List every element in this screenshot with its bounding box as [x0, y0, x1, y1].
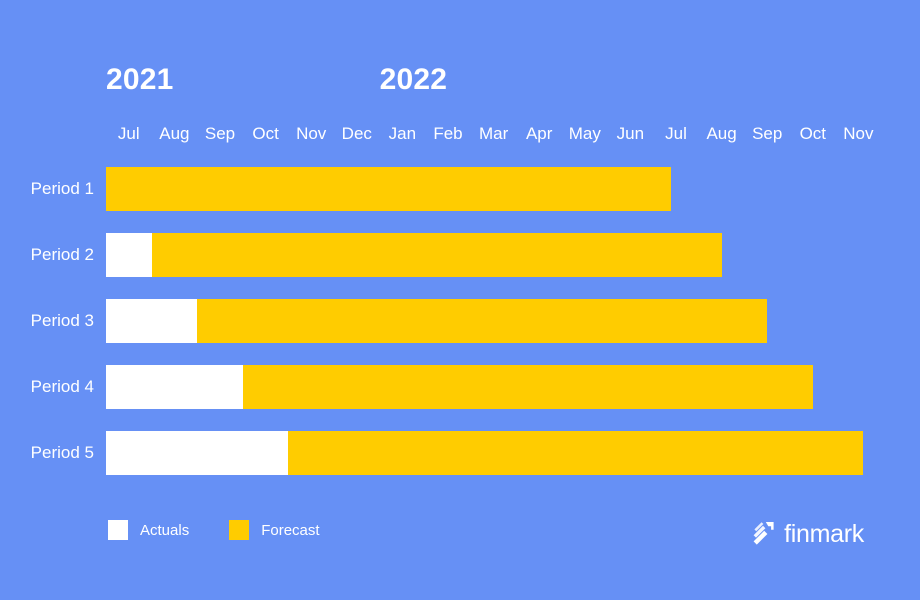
bar-group[interactable] [106, 233, 722, 277]
row-label-5: Period 5 [30, 443, 94, 462]
bar-group[interactable] [106, 365, 813, 409]
chart-legend: Actuals Forecast [108, 519, 360, 541]
row-label-2: Period 2 [30, 245, 94, 264]
legend-swatch-icon [229, 520, 250, 540]
row-label-4: Period 4 [30, 377, 94, 396]
bar-segment-forecast[interactable] [106, 167, 672, 211]
bar-segment-actuals[interactable] [106, 365, 243, 409]
chart-row: Period 5 [0, 431, 920, 475]
legend-item-actuals[interactable]: Actuals [108, 520, 189, 540]
bar-group[interactable] [106, 431, 863, 475]
bar-segment-forecast[interactable] [242, 365, 813, 409]
bar-segment-forecast[interactable] [151, 233, 722, 277]
bar-segment-forecast[interactable] [197, 299, 768, 343]
bar-segment-actuals[interactable] [106, 431, 289, 475]
chart-row: Period 1 [0, 167, 920, 211]
brand-name: finmark [784, 520, 864, 548]
legend-label: Forecast [261, 521, 320, 539]
bar-group[interactable] [106, 167, 672, 211]
plot-area: Period 1 Period 2 Period 3 Period 4 Period 5 [0, 0, 920, 600]
legend-item-forecast[interactable]: Forecast [229, 520, 320, 540]
finmark-arrow-icon [751, 521, 777, 547]
chart-row: Period 3 [0, 299, 920, 343]
legend-label: Actuals [140, 521, 190, 539]
bar-group[interactable] [106, 299, 768, 343]
row-label-1: Period 1 [30, 179, 94, 198]
bar-segment-forecast[interactable] [288, 431, 863, 475]
gantt-chart: 2021 2022 Jul Aug Sep Oct Nov Dec Jan Feb Mar Apr M… [0, 0, 920, 600]
chart-row: Period 4 [0, 365, 920, 409]
legend-swatch-icon [108, 520, 128, 540]
bar-segment-actuals[interactable] [106, 299, 198, 343]
bar-segment-actuals[interactable] [106, 233, 152, 277]
brand-logo: finmark [751, 521, 864, 547]
row-label-3: Period 3 [30, 311, 94, 330]
chart-row: Period 2 [0, 233, 920, 277]
